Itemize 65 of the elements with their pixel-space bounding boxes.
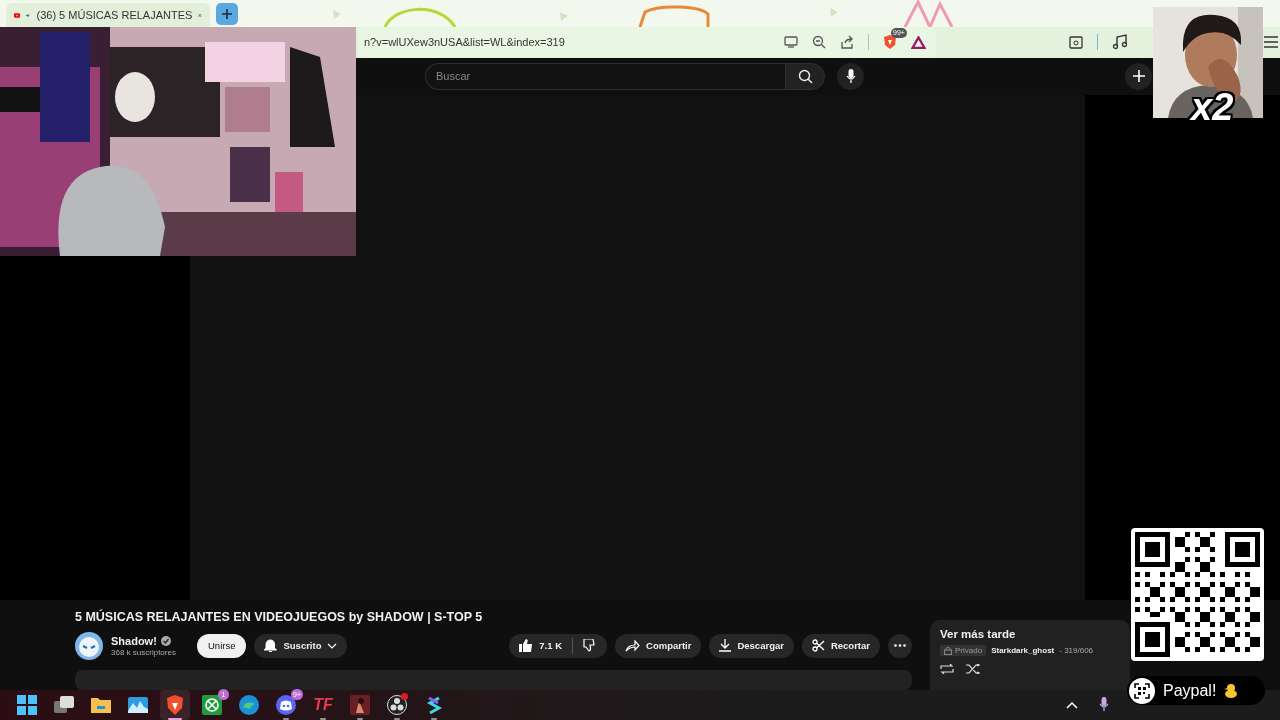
- music-icon[interactable]: [1112, 34, 1128, 51]
- scissors-icon: [811, 639, 825, 653]
- new-tab-button[interactable]: [216, 2, 238, 25]
- chart-image-icon: [128, 696, 148, 713]
- create-button[interactable]: [1125, 62, 1152, 90]
- game-art-icon: [350, 694, 370, 715]
- video-title: 5 MÚSICAS RELAJANTES EN VIDEOJUEGOS by SHADOW | S-TOP 5: [75, 609, 484, 624]
- join-button[interactable]: Unirse: [197, 633, 247, 658]
- shuffle-icon[interactable]: [966, 663, 980, 674]
- qr-scan-icon: [1134, 682, 1150, 699]
- windows-stack-icon: [54, 695, 74, 714]
- bell-icon: [264, 638, 278, 653]
- plus-icon: [221, 7, 233, 20]
- caret-icon: [327, 642, 338, 649]
- microphone-icon[interactable]: [1099, 697, 1109, 713]
- zoom-out-icon[interactable]: [812, 35, 826, 50]
- playlist-owner[interactable]: Starkdark_ghost: [991, 645, 1055, 655]
- thumbs-up-icon: [519, 639, 534, 653]
- lock-icon: [944, 645, 952, 655]
- install-icon[interactable]: [784, 36, 798, 49]
- thumbs-down-icon: [583, 639, 598, 653]
- playlist-title[interactable]: Ver más tarde: [940, 627, 1120, 640]
- zigzag-s-icon: [426, 694, 442, 715]
- plus-icon: [1132, 70, 1145, 83]
- share-icon[interactable]: [840, 35, 854, 50]
- repeat-icon[interactable]: [940, 663, 954, 674]
- app-logo: TF: [313, 695, 333, 714]
- subscriber-count: 368 k suscriptores: [111, 647, 177, 657]
- microphone-icon: [845, 68, 856, 84]
- search-field[interactable]: Buscar: [425, 62, 785, 90]
- search-icon: [797, 68, 813, 84]
- folder-icon: [91, 696, 111, 714]
- chevron-up-icon[interactable]: [1066, 700, 1078, 709]
- channel-name[interactable]: Shadow!: [111, 634, 157, 647]
- sidebar-icon[interactable]: [1069, 35, 1083, 49]
- search-button[interactable]: [785, 62, 825, 90]
- lion-taskbar-button[interactable]: [160, 689, 190, 720]
- multiplier-label: x2: [1191, 87, 1234, 127]
- menu-icon[interactable]: [1264, 36, 1278, 49]
- more-button[interactable]: [888, 633, 912, 658]
- triangle-icon[interactable]: [911, 35, 926, 49]
- shield-icon[interactable]: [883, 34, 897, 51]
- tab-title: (36) 5 MÚSICAS RELAJANTES: [36, 9, 193, 21]
- channel-avatar[interactable]: [75, 631, 103, 660]
- privacy-badge: Privado: [940, 644, 987, 656]
- playlist-position: - 319/606: [1059, 645, 1094, 655]
- wave-circle-icon: [239, 694, 259, 715]
- url-text: n?v=wlUXew3nUSA&list=WL&index=319: [364, 36, 565, 49]
- voice-search-button[interactable]: [837, 62, 864, 90]
- clip-button[interactable]: Recortar: [801, 633, 880, 658]
- more-icon: [894, 644, 906, 648]
- donation-label: Paypal!: [1163, 681, 1217, 700]
- browser-tab[interactable]: (36) 5 MÚSICAS RELAJANTES: [6, 3, 210, 27]
- windows-icon: [17, 694, 37, 715]
- lion-shield-icon: [166, 694, 184, 715]
- download-button[interactable]: Descargar: [709, 633, 794, 658]
- like-button[interactable]: 7.1 K: [509, 633, 573, 658]
- share-arrow-icon: [625, 639, 641, 652]
- chick-icon: [1224, 683, 1239, 698]
- record-circle-icon: [387, 694, 407, 715]
- subscribed-button[interactable]: Suscrito: [254, 633, 348, 658]
- xbox-icon: [202, 694, 222, 715]
- download-icon: [719, 639, 732, 653]
- tf-taskbar-button[interactable]: TF: [308, 689, 338, 720]
- share-button[interactable]: Compartir: [615, 633, 702, 658]
